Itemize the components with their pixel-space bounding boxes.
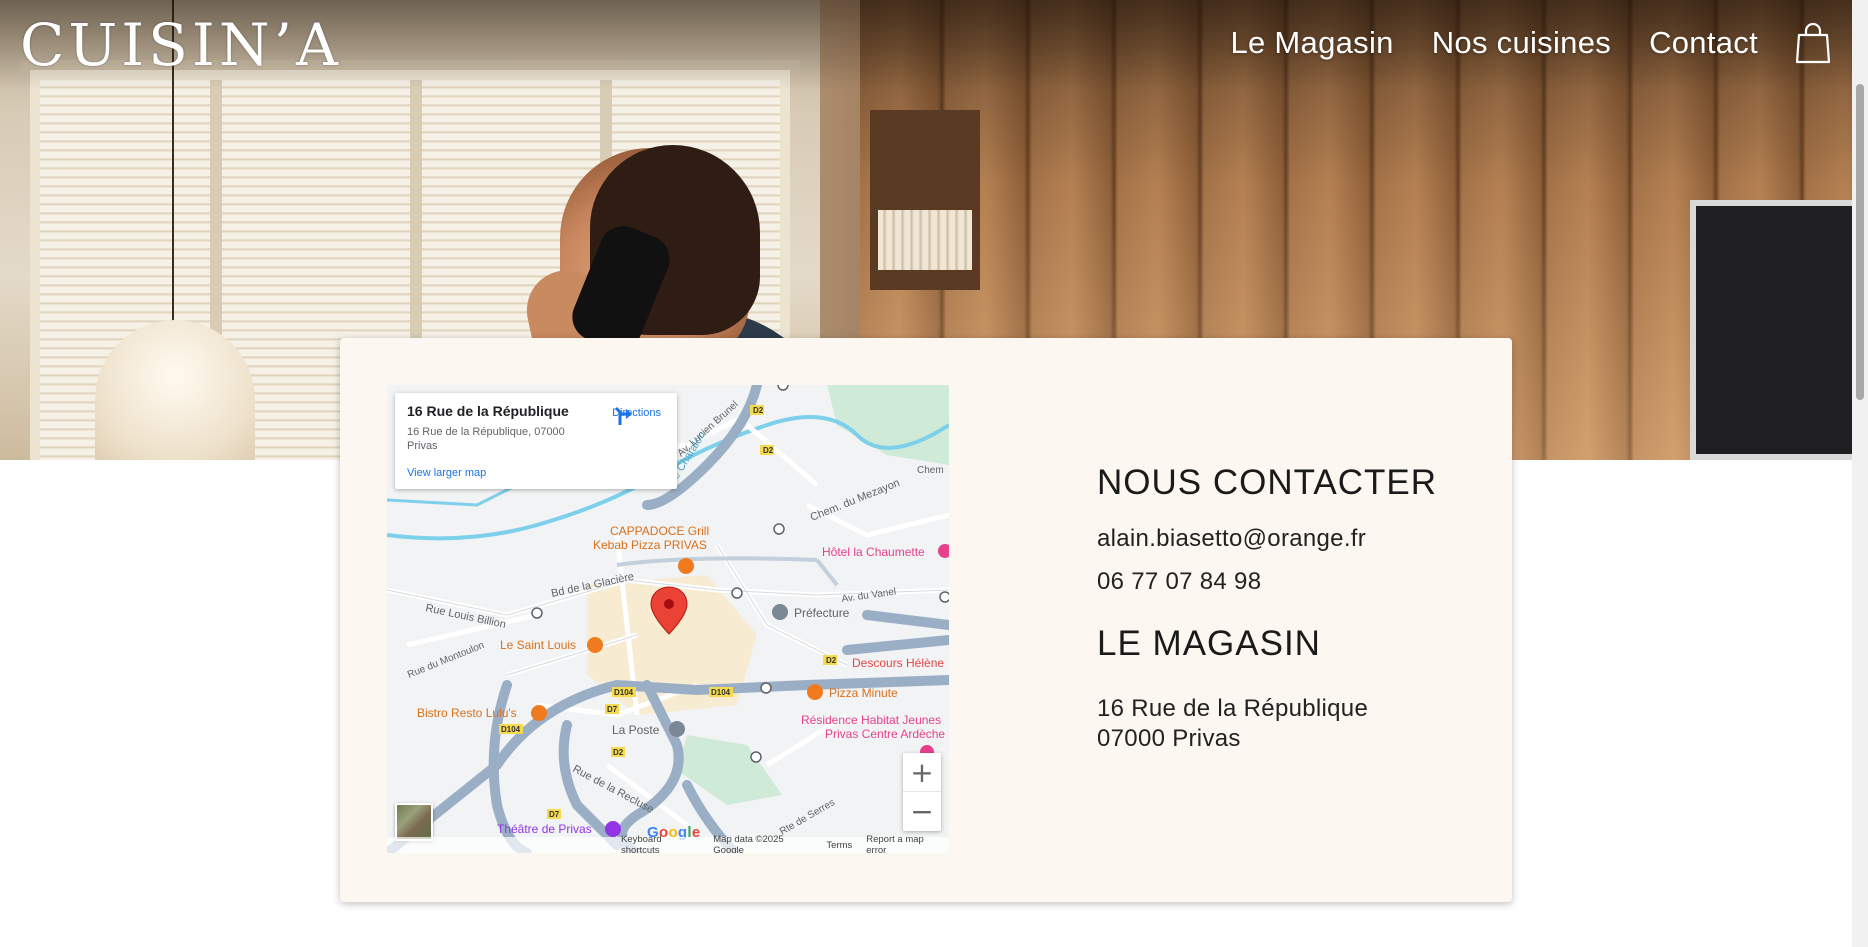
nav-contact[interactable]: Contact [1649,20,1758,66]
store-address-line1: 16 Rue de la République [1097,695,1369,722]
map-poi-bistro: Bistro Resto Lulu's [417,706,517,720]
directions-button[interactable]: Directions [612,405,661,425]
map-road-d2: D2 [826,656,837,665]
terms-link[interactable]: Terms [826,840,852,851]
map-road-d104: D104 [501,725,521,734]
map-road-d2: D2 [753,406,764,415]
map-road-d7: D7 [607,705,618,714]
shopping-bag-icon[interactable] [1795,22,1831,64]
map-poi-saint-louis: Le Saint Louis [500,638,576,652]
map-poi-cappadoce-2: Kebab Pizza PRIVAS [593,538,707,552]
map-place-address: 16 Rue de la République, 07000 Privas [407,426,565,452]
contact-info: NOUS CONTACTER alain.biasetto@orange.fr … [1097,463,1437,754]
map-attribution: Keyboard shortcuts Map data ©2025 Google… [387,834,949,853]
report-map-error-link[interactable]: Report a map error [866,834,943,853]
scrollbar-thumb[interactable] [1856,84,1864,400]
zoom-out-button[interactable]: − [903,792,941,831]
map-poi-residence-2: Privas Centre Ardèche [825,727,945,741]
site-logo[interactable]: CUISIN’A [20,10,342,80]
contact-title: NOUS CONTACTER [1097,463,1438,502]
store-address-line2: 07000 Privas [1097,725,1241,752]
map-poi-cappadoce: CAPPADOCE Grill [610,524,709,538]
map-poi-la-poste: La Poste [612,723,660,737]
hero-oven [1690,200,1852,460]
contact-card: D2 D2 D2 D104 D104 D7 D104 D2 D7 Rue Lou… [340,338,1512,902]
contact-email[interactable]: alain.biasetto@orange.fr [1097,524,1437,554]
contact-phone[interactable]: 06 77 07 84 98 [1097,567,1437,597]
map-road-d104: D104 [614,688,634,697]
map-label-chem: Chem [917,465,944,476]
map-poi-hotel: Hôtel la Chaumette [822,545,925,559]
nav-nos-cuisines[interactable]: Nos cuisines [1432,20,1611,66]
satellite-toggle[interactable] [395,803,433,841]
map-poi-residence: Résidence Habitat Jeunes [801,713,941,727]
directions-icon [615,406,633,425]
map-poi-theatre: Théâtre de Privas [497,822,592,836]
nav-le-magasin[interactable]: Le Magasin [1230,20,1393,66]
google-map[interactable]: D2 D2 D2 D104 D104 D7 D104 D2 D7 Rue Lou… [387,385,949,853]
view-larger-map-link[interactable]: View larger map [407,467,486,479]
map-poi-pizza-minute: Pizza Minute [829,686,898,700]
map-road-d7: D7 [549,810,560,819]
store-title: LE MAGASIN [1097,624,1321,663]
hero-bookshelf [870,110,980,290]
map-zoom-control: + − [903,753,941,831]
map-road-d2: D2 [613,748,624,757]
zoom-in-button[interactable]: + [903,753,941,792]
map-data-text: Map data ©2025 Google [713,834,784,853]
page-scrollbar[interactable] [1852,0,1868,947]
map-road-d2: D2 [763,446,774,455]
map-road-d104: D104 [711,688,731,697]
map-poi-prefecture: Préfecture [794,606,850,620]
keyboard-shortcuts-link[interactable]: Keyboard shortcuts [621,834,699,853]
map-info-box: 16 Rue de la République 16 Rue de la Rép… [395,393,677,489]
map-poi-descours: Descours Hélène [852,656,944,670]
main-nav: Le Magasin Nos cuisines Contact [1230,20,1758,66]
